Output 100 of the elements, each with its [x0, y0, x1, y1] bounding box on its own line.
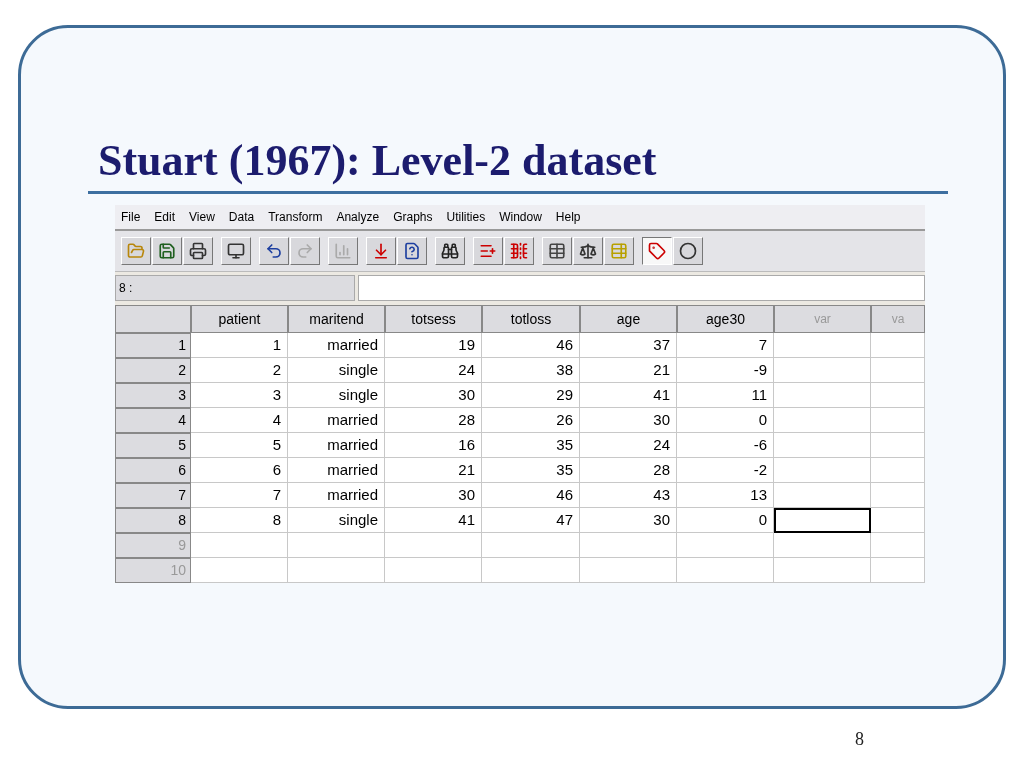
table-cell: single [288, 383, 385, 408]
grid-icon [548, 242, 566, 260]
row-header[interactable]: 6 [115, 458, 191, 483]
printer-icon [189, 242, 207, 260]
column-header[interactable]: totsess [385, 305, 482, 333]
table-cell: 47 [482, 508, 580, 533]
table-cell: married [288, 483, 385, 508]
table-cell [871, 408, 925, 433]
menu-item[interactable]: Graphs [393, 208, 433, 226]
column-header[interactable]: age30 [677, 305, 774, 333]
table-cell: 28 [580, 458, 677, 483]
table-cell: 7 [677, 333, 774, 358]
row-header[interactable]: 4 [115, 408, 191, 433]
menu-item[interactable]: Utilities [446, 208, 486, 226]
table-cell: -6 [677, 433, 774, 458]
table-cell: 7 [191, 483, 288, 508]
row-header[interactable]: 1 [115, 333, 191, 358]
table-cell: 1 [191, 333, 288, 358]
menu-item[interactable]: Transform [268, 208, 323, 226]
column-header[interactable]: patient [191, 305, 288, 333]
menu-item[interactable]: Analyze [336, 208, 380, 226]
table-cell: 5 [191, 433, 288, 458]
table-cell: 30 [385, 483, 482, 508]
table-cell [871, 333, 925, 358]
insert-rows-icon [479, 242, 497, 260]
table-cell: 21 [385, 458, 482, 483]
table-cell: married [288, 333, 385, 358]
table-cell: 30 [580, 508, 677, 533]
row-header[interactable]: 5 [115, 433, 191, 458]
table-cell: 19 [385, 333, 482, 358]
table-cell: 0 [677, 408, 774, 433]
table-cell: married [288, 458, 385, 483]
row-header[interactable]: 7 [115, 483, 191, 508]
table-cell [871, 558, 925, 583]
table-cell: 35 [482, 433, 580, 458]
table-cell: 41 [580, 383, 677, 408]
table-cell: single [288, 508, 385, 533]
table-cell: 29 [482, 383, 580, 408]
menu-item[interactable]: Edit [154, 208, 176, 226]
scale-icon [579, 242, 597, 260]
table-cell: 46 [482, 333, 580, 358]
table-cell: 30 [580, 408, 677, 433]
slide-title: Stuart (1967): Level-2 dataset [98, 135, 657, 187]
insert-column-icon [510, 242, 528, 260]
question-mark-icon [403, 242, 421, 260]
table-cell: 24 [580, 433, 677, 458]
menu-item[interactable]: View [189, 208, 215, 226]
table-cell: 35 [482, 458, 580, 483]
table-cell: married [288, 433, 385, 458]
chart-icon [334, 242, 352, 260]
table-cell [871, 383, 925, 408]
table-cell: -2 [677, 458, 774, 483]
table-cell: 30 [385, 383, 482, 408]
row-header[interactable]: 3 [115, 383, 191, 408]
page-number: 8 [855, 728, 864, 751]
cell-value-field[interactable] [358, 274, 925, 301]
table-icon [610, 242, 628, 260]
table-cell: 13 [677, 483, 774, 508]
table-cell: 21 [580, 358, 677, 383]
table-cell: 8 [191, 508, 288, 533]
table-cell: 4 [191, 408, 288, 433]
menu-item[interactable]: Help [555, 208, 581, 226]
row-header[interactable]: 8 [115, 508, 191, 533]
menu-item[interactable]: Data [228, 208, 255, 226]
tag-icon [648, 242, 666, 260]
table-cell: 2 [191, 358, 288, 383]
undo-icon [265, 242, 283, 260]
table-cell: 16 [385, 433, 482, 458]
table-cell: 11 [677, 383, 774, 408]
row-header[interactable]: 2 [115, 358, 191, 383]
table-cell: 28 [385, 408, 482, 433]
table-cell: single [288, 358, 385, 383]
table-cell [871, 358, 925, 383]
folder-icon [127, 242, 145, 260]
table-cell: 37 [580, 333, 677, 358]
table-cell: 38 [482, 358, 580, 383]
monitor-icon [227, 242, 245, 260]
arrow-to-line-icon [372, 242, 390, 260]
column-header[interactable]: maritend [288, 305, 385, 333]
table-cell: married [288, 408, 385, 433]
table-cell [871, 533, 925, 558]
column-header[interactable]: age [580, 305, 677, 333]
redo-icon [296, 242, 314, 260]
table-cell: 3 [191, 383, 288, 408]
cell-label: 8 : [115, 274, 355, 301]
table-cell: 24 [385, 358, 482, 383]
table-cell: 0 [677, 508, 774, 533]
table-cell [871, 483, 925, 508]
table-cell: -9 [677, 358, 774, 383]
table-cell [871, 433, 925, 458]
table-cell: 46 [482, 483, 580, 508]
column-header[interactable]: totloss [482, 305, 580, 333]
table-cell: 41 [385, 508, 482, 533]
menu-item[interactable]: File [121, 208, 141, 226]
table-cell: 6 [191, 458, 288, 483]
table-cell: 43 [580, 483, 677, 508]
menu-item[interactable]: Window [499, 208, 542, 226]
binoculars-icon [441, 242, 459, 260]
table-cell [871, 458, 925, 483]
table-cell: 26 [482, 408, 580, 433]
